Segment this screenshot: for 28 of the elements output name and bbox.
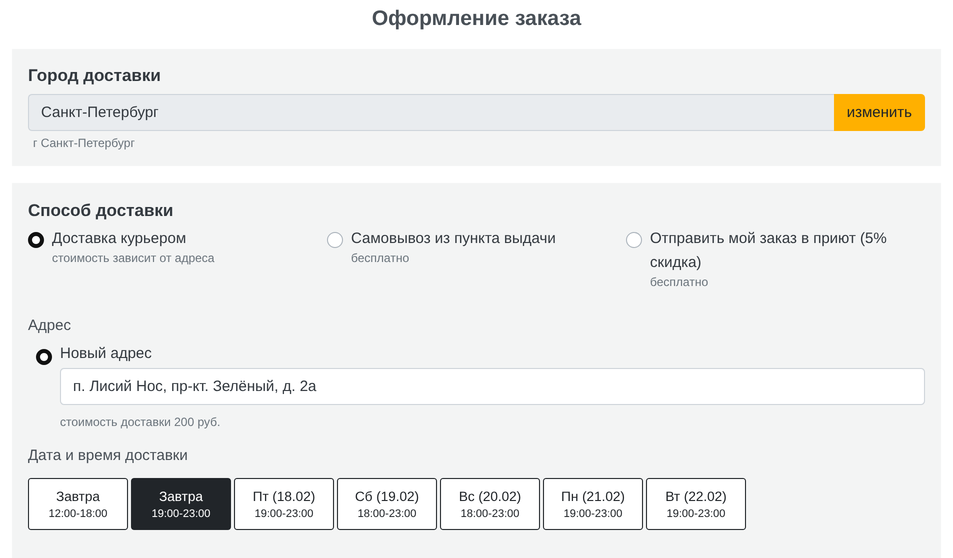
page-title: Оформление заказа (370, 6, 582, 32)
time-slot-button[interactable]: Вс (20.02) 18:00-23:00 (440, 478, 540, 530)
address-field[interactable]: п. Лисий Нос, пр-кт. Зелёный, д. 2а (60, 368, 925, 405)
time-slot-button[interactable]: Пн (21.02) 19:00-23:00 (543, 478, 643, 530)
time-slot-button[interactable]: Сб (19.02) 18:00-23:00 (337, 478, 437, 530)
option-note: бесплатно (650, 275, 710, 289)
time-slot-button[interactable]: Вт (22.02) 19:00-23:00 (646, 478, 746, 530)
section-heading: Город доставки (28, 66, 162, 86)
section-heading: Способ доставки (28, 201, 174, 221)
change-button[interactable]: изменить (834, 94, 925, 131)
city-hint: г Санкт-Петербург (33, 136, 136, 150)
option-label[interactable]: Новый адрес (60, 342, 152, 366)
time-slot-button[interactable]: Пт (18.02) 19:00-23:00 (234, 478, 334, 530)
radio-button[interactable] (36, 348, 52, 364)
option-label[interactable]: Самовывоз из пункта выдачи (351, 227, 556, 251)
time-slot-button[interactable]: Завтра 12:00-18:00 (28, 478, 128, 530)
option-note: бесплатно (351, 251, 410, 265)
city-field[interactable]: Санкт-Петербург (28, 94, 834, 131)
option-label[interactable]: Отправить мой заказ в приют (5% скидка) (650, 227, 925, 275)
radio-button[interactable] (626, 232, 642, 248)
radio-button[interactable] (327, 232, 343, 248)
option-note: стоимость зависит от адреса (52, 251, 214, 265)
time-slot-button[interactable]: Завтра 19:00-23:00 (131, 478, 231, 530)
radio-button[interactable] (28, 232, 44, 248)
schedule-label: Дата и время доставки (28, 447, 189, 464)
delivery-cost-hint: стоимость доставки 200 руб. (60, 415, 222, 429)
address-label: Адрес (28, 317, 72, 334)
option-label[interactable]: Доставка курьером (52, 227, 214, 251)
